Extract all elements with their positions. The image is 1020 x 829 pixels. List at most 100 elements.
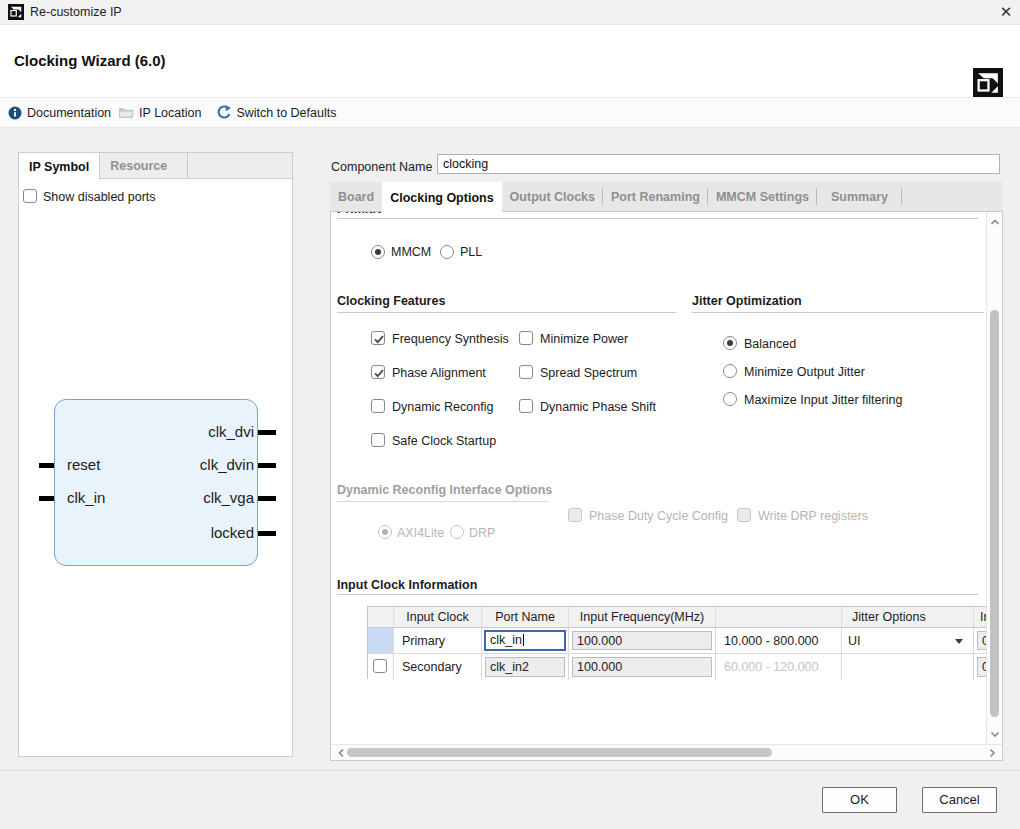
ip-location-button[interactable]: IP Location: [118, 106, 201, 120]
close-icon[interactable]: ✕: [996, 2, 1016, 22]
dynamic-phase-shift-label: Dynamic Phase Shift: [540, 400, 656, 414]
vertical-scroll-thumb[interactable]: [990, 310, 999, 717]
footer-divider: [0, 770, 1020, 771]
phase-duty-cycle-config-label: Phase Duty Cycle Config: [589, 509, 728, 523]
dynamic-phase-shift-checkbox[interactable]: [519, 399, 533, 413]
refresh-icon: [216, 105, 231, 120]
port-label-clk-in: clk_in: [67, 490, 105, 506]
secondary-label: Secondary: [402, 660, 462, 674]
scroll-down-icon[interactable]: [989, 728, 1001, 740]
input-jitter-primary[interactable]: 0.0: [977, 631, 986, 650]
primitive-rule: [337, 218, 978, 219]
primary-label: Primary: [402, 634, 445, 648]
port-stub-clk-in: [39, 496, 54, 501]
tab-ip-symbol[interactable]: IP Symbol: [19, 153, 100, 180]
input-jitter-secondary[interactable]: 0.0: [977, 657, 986, 677]
port-stub-locked: [258, 531, 276, 536]
xilinx-logo: [973, 68, 1003, 98]
write-drp-registers-label: Write DRP registers: [758, 509, 868, 523]
minimize-output-jitter-label: Minimize Output Jitter: [744, 365, 865, 379]
frequency-input-primary[interactable]: 100.000: [572, 631, 712, 650]
balanced-radio[interactable]: [723, 336, 737, 350]
secondary-enable-checkbox[interactable]: [373, 659, 387, 673]
tab-port-renaming[interactable]: Port Renaming: [603, 182, 708, 211]
port-label-reset: reset: [67, 457, 100, 473]
scroll-left-icon[interactable]: [335, 747, 347, 759]
maximize-input-jitter-radio[interactable]: [723, 392, 737, 406]
table-row-secondary: Secondary clk_in2 100.000 60.000 - 120.0…: [368, 654, 986, 680]
mmcm-radio[interactable]: [371, 245, 385, 259]
horizontal-scroll-thumb[interactable]: [347, 748, 772, 757]
balanced-label: Balanced: [744, 337, 796, 351]
port-stub-reset: [39, 463, 54, 468]
switch-to-defaults-label: Switch to Defaults: [236, 106, 336, 120]
tab-resource[interactable]: Resource: [100, 153, 188, 179]
cancel-button[interactable]: Cancel: [922, 787, 997, 813]
dynamic-reconfig-checkbox[interactable]: [371, 399, 385, 413]
ok-button[interactable]: OK: [822, 787, 897, 813]
port-label-clk-vga: clk_vga: [119, 490, 254, 506]
component-name-input[interactable]: clocking: [437, 154, 1000, 174]
phase-alignment-checkbox[interactable]: [371, 365, 385, 379]
col-port-name: Port Name: [482, 607, 569, 627]
scroll-right-icon[interactable]: [986, 747, 998, 759]
page-title: Clocking Wizard (6.0): [14, 52, 166, 69]
dynamic-reconfig-interface-rule: [337, 501, 549, 502]
col-input-clock: Input Clock: [394, 607, 482, 627]
spread-spectrum-label: Spread Spectrum: [540, 366, 637, 380]
table-header-row: Input Clock Port Name Input Frequency(MH…: [368, 607, 986, 628]
documentation-button[interactable]: Documentation: [8, 106, 111, 120]
port-label-clk-dvin: clk_dvin: [119, 457, 254, 473]
clocking-features-rule: [337, 312, 676, 313]
table-row-primary: Primary clk_in 100.000 10.000 - 800.000 …: [368, 628, 986, 654]
col-input-jitter: In: [974, 607, 986, 627]
pll-label: PLL: [460, 245, 482, 259]
port-stub-clk-dvin: [258, 463, 276, 468]
row-selector-primary[interactable]: [368, 628, 394, 653]
safe-clock-startup-checkbox[interactable]: [371, 433, 385, 447]
config-tabs: Board Clocking Options Output Clocks Por…: [330, 182, 1003, 212]
axi4lite-radio: [378, 525, 392, 539]
title-bar: Re-customize IP ✕: [0, 0, 1020, 25]
port-name-input-secondary[interactable]: clk_in2: [485, 657, 565, 677]
jitter-optimization-rule: [692, 312, 984, 313]
input-clock-information-heading: Input Clock Information: [337, 578, 477, 593]
tab-output-clocks[interactable]: Output Clocks: [502, 182, 603, 211]
col-input-frequency: Input Frequency(MHz): [569, 607, 716, 627]
tab-mmcm-settings[interactable]: MMCM Settings: [708, 182, 817, 211]
mmcm-label: MMCM: [391, 245, 431, 259]
port-name-input-primary[interactable]: clk_in: [484, 630, 566, 651]
vertical-scrollbar[interactable]: [986, 212, 1002, 744]
input-clock-table: Input Clock Port Name Input Frequency(MH…: [367, 606, 986, 679]
show-disabled-ports-checkbox[interactable]: [23, 189, 37, 203]
frequency-input-secondary[interactable]: 100.000: [572, 657, 712, 677]
window-title: Re-customize IP: [30, 0, 122, 25]
range-primary: 10.000 - 800.000: [724, 634, 819, 648]
documentation-label: Documentation: [27, 106, 111, 120]
switch-to-defaults-button[interactable]: Switch to Defaults: [216, 105, 336, 120]
minimize-power-checkbox[interactable]: [519, 331, 533, 345]
tab-summary[interactable]: Summary: [817, 182, 902, 211]
chevron-down-icon: [955, 639, 963, 644]
input-clock-information-rule: [337, 594, 978, 595]
frequency-synthesis-label: Frequency Synthesis: [392, 332, 509, 346]
tab-board[interactable]: Board: [330, 182, 382, 211]
left-panel-tabs: IP Symbol Resource: [19, 153, 292, 179]
minimize-output-jitter-radio[interactable]: [723, 364, 737, 378]
horizontal-scrollbar[interactable]: [331, 744, 1002, 760]
phase-alignment-label: Phase Alignment: [392, 366, 486, 380]
clocking-options-panel: Primitive MMCM PLL Clocking Features Fre…: [330, 212, 1003, 761]
drp-label: DRP: [469, 526, 495, 540]
spread-spectrum-checkbox[interactable]: [519, 365, 533, 379]
ip-location-label: IP Location: [139, 106, 201, 120]
jitter-options-dropdown[interactable]: UI: [842, 628, 974, 653]
pll-radio[interactable]: [440, 245, 454, 259]
minimize-power-label: Minimize Power: [540, 332, 628, 346]
drp-radio: [450, 525, 464, 539]
frequency-synthesis-checkbox[interactable]: [371, 331, 385, 345]
port-label-locked: locked: [119, 525, 254, 541]
scroll-up-icon[interactable]: [989, 216, 1001, 228]
tab-clocking-options[interactable]: Clocking Options: [382, 182, 501, 213]
dynamic-reconfig-interface-heading: Dynamic Reconfig Interface Options: [337, 483, 552, 498]
jitter-optimization-heading: Jitter Optimization: [692, 294, 802, 309]
